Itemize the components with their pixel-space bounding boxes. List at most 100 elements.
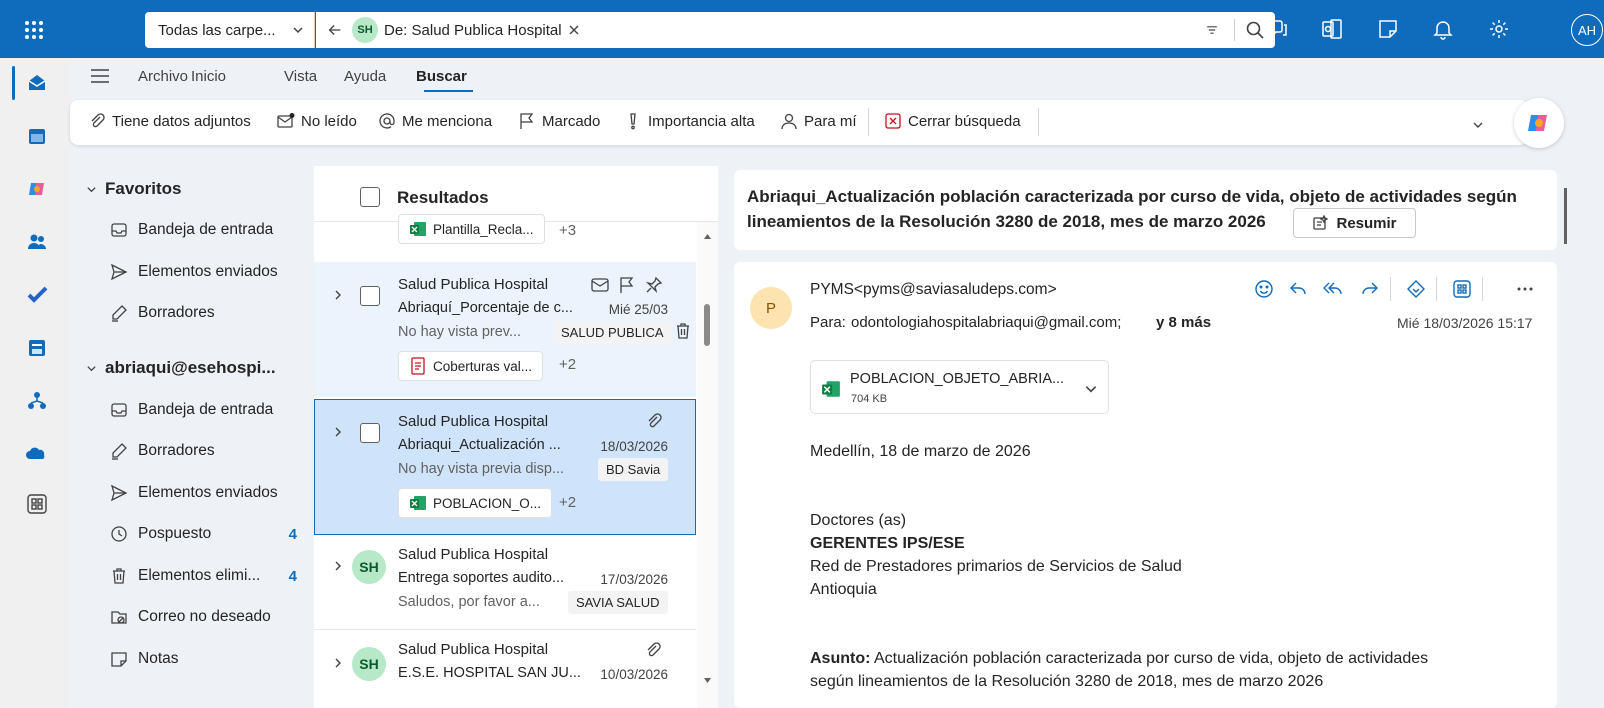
menu-ayuda[interactable]: Ayuda [344, 68, 386, 85]
mail-icon[interactable] [591, 276, 609, 294]
filter-importance[interactable]: Importancia alta [624, 112, 755, 130]
app-launcher-icon[interactable] [22, 18, 46, 42]
attachment-chip[interactable]: Coberturas val... [398, 351, 544, 381]
item-checkbox[interactable] [360, 423, 380, 443]
teams-chat-icon[interactable] [1266, 18, 1288, 40]
copilot-icon [1528, 115, 1547, 131]
more-recipients[interactable]: y 8 más [1156, 314, 1211, 331]
trash-icon[interactable] [674, 322, 692, 340]
chevron-right-icon[interactable] [332, 426, 344, 438]
chevron-down-icon[interactable] [1472, 119, 1484, 131]
reading-scrollbar[interactable] [1564, 188, 1567, 244]
flag-icon[interactable] [618, 276, 636, 294]
copilot-icon[interactable] [26, 178, 48, 200]
loop-icon[interactable] [1406, 279, 1426, 299]
notes-icon[interactable] [1377, 18, 1399, 40]
list-item-partial[interactable]: Plantilla_Recla... +3 [314, 214, 696, 262]
account-inbox[interactable]: Bandeja de entrada [110, 401, 305, 419]
account-drafts[interactable]: Borradores [110, 442, 305, 460]
category-tag[interactable]: SAVIA SALUD [568, 591, 668, 614]
account-sent[interactable]: Elementos enviados [110, 484, 305, 502]
copilot-button[interactable] [1514, 98, 1564, 148]
search-chip[interactable]: SH De: Salud Publica Hospital [352, 17, 580, 43]
scroll-up-icon[interactable] [704, 234, 711, 239]
folder-scope-dropdown[interactable]: Todas las carpe... [145, 12, 315, 48]
account-avatar[interactable]: AH [1571, 14, 1603, 46]
list-item[interactable]: Salud Publica Hospital Abriaquí_Porcenta… [314, 262, 696, 397]
menu-buscar[interactable]: Buscar [416, 68, 467, 85]
from-address[interactable]: PYMS<pyms@saviasaludeps.com> [810, 281, 1057, 299]
list-item[interactable]: SH Salud Publica Hospital Entrega soport… [314, 536, 696, 630]
menu-inicio[interactable]: Inicio [191, 68, 226, 85]
reply-icon[interactable] [1288, 279, 1308, 299]
more-apps-icon[interactable] [26, 493, 48, 515]
filter-to-me[interactable]: Para mí [780, 112, 857, 130]
favorite-inbox[interactable]: Bandeja de entrada [110, 221, 305, 239]
attachment-chip[interactable]: Plantilla_Recla... [398, 214, 545, 244]
account-notes[interactable]: Notas [110, 650, 305, 668]
outlook-icon[interactable] [1321, 18, 1343, 40]
chevron-down-icon[interactable] [1084, 382, 1098, 396]
attachment-card[interactable]: POBLACION_OBJETO_ABRIA... 704 KB [810, 360, 1109, 414]
more-attachments: +3 [559, 222, 577, 239]
filter-flagged[interactable]: Marcado [518, 112, 600, 130]
filter-unread-label: No leído [301, 112, 357, 130]
forms-icon[interactable] [26, 337, 48, 359]
favorite-sent[interactable]: Elementos enviados [110, 263, 305, 281]
category-tag[interactable]: SALUD PUBLICA [553, 321, 672, 344]
account-snoozed[interactable]: Pospuesto 4 [110, 525, 305, 543]
todo-icon[interactable] [26, 284, 48, 306]
filter-attachments[interactable]: Tiene datos adjuntos [88, 112, 251, 130]
search-icon[interactable] [1245, 20, 1265, 40]
body-place-date: Medellín, 18 de marzo de 2026 [810, 443, 1031, 460]
reading-header: Abriaqui_Actualización población caracte… [734, 170, 1557, 250]
menu-vista[interactable]: Vista [284, 68, 317, 85]
chevron-right-icon[interactable] [332, 560, 344, 572]
pin-icon[interactable] [645, 276, 663, 294]
filter-icon[interactable] [1204, 22, 1220, 38]
attachment-chip[interactable]: POBLACION_O... [398, 488, 553, 518]
onedrive-icon[interactable] [26, 443, 48, 465]
account-header[interactable]: abriaqui@esehospi... [86, 358, 276, 378]
menu-archivo[interactable]: Archivo [138, 68, 188, 85]
emoji-icon[interactable] [1254, 279, 1274, 299]
calendar-icon[interactable] [26, 125, 48, 147]
favorites-header[interactable]: Favoritos [86, 179, 182, 199]
org-explorer-icon[interactable] [26, 390, 48, 412]
filter-unread[interactable]: No leído [277, 112, 357, 130]
hamburger-icon[interactable] [90, 67, 110, 85]
scroll-down-icon[interactable] [704, 678, 711, 683]
mail-icon[interactable] [26, 72, 48, 94]
back-arrow-icon[interactable] [326, 21, 344, 39]
more-options-icon[interactable] [1516, 286, 1534, 292]
scrollbar-thumb[interactable] [704, 304, 710, 346]
gear-icon[interactable] [1488, 18, 1510, 40]
apps-grid-icon[interactable] [1452, 279, 1472, 299]
category-tag[interactable]: BD Savia [598, 458, 669, 481]
favorite-drafts[interactable]: Borradores [110, 304, 305, 322]
select-all-checkbox[interactable] [360, 187, 380, 207]
forward-icon[interactable] [1360, 279, 1380, 299]
bell-icon[interactable] [1432, 18, 1454, 40]
important-icon [630, 113, 636, 130]
reply-all-icon[interactable] [1322, 279, 1344, 299]
close-icon[interactable] [568, 24, 580, 36]
chevron-right-icon[interactable] [332, 289, 344, 301]
list-scrollbar[interactable] [697, 222, 718, 708]
to-address[interactable]: odontologiahospitalabriaqui@gmail.com; [851, 314, 1121, 331]
list-item-selected[interactable]: Salud Publica Hospital Abriaqui_Actualiz… [314, 399, 696, 535]
item-checkbox[interactable] [360, 286, 380, 306]
email-date: Mié 18/03/2026 15:17 [1397, 315, 1533, 331]
filter-mentions[interactable]: Me menciona [378, 112, 492, 130]
summarize-button[interactable]: Resumir [1293, 208, 1416, 238]
search-box[interactable]: SH De: Salud Publica Hospital [316, 12, 1275, 48]
chevron-right-icon[interactable] [332, 657, 344, 669]
search-filter-toolbar: Tiene datos adjuntos No leído Me mencion… [70, 100, 1528, 145]
close-search-button[interactable]: Cerrar búsqueda [884, 112, 1021, 130]
inbox-icon [111, 223, 127, 237]
list-item[interactable]: SH Salud Publica Hospital E.S.E. HOSPITA… [314, 631, 696, 708]
folder-pane: Favoritos Bandeja de entrada Elementos e… [70, 166, 310, 708]
people-icon[interactable] [26, 231, 48, 253]
account-deleted[interactable]: Elementos elimi... 4 [110, 567, 305, 585]
account-junk[interactable]: Correo no deseado [110, 608, 305, 626]
